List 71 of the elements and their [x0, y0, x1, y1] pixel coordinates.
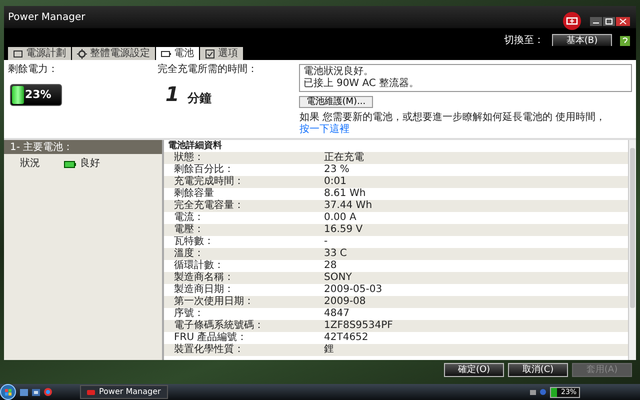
- detail-value: 23 %: [324, 164, 350, 176]
- remaining-power-label: 剩餘電力：: [8, 64, 59, 76]
- window-controls-icon: [590, 16, 630, 26]
- window-switch-icon: [32, 388, 40, 396]
- detail-value: 33 C: [324, 248, 347, 260]
- detail-label: 第一次使用日期：: [173, 296, 255, 308]
- details-title: 電池詳細資料: [167, 140, 223, 152]
- battery-icon: [161, 48, 171, 58]
- status-value: 良好: [80, 158, 100, 170]
- gear-icon: [77, 48, 87, 58]
- detail-value: 正在充電: [324, 152, 364, 164]
- detail-value: 16.59 V: [324, 224, 363, 236]
- window-title: Power Manager: [8, 12, 86, 24]
- detail-value: SONY: [324, 272, 352, 284]
- detail-value: 8.61 Wh: [324, 188, 366, 200]
- status-label: 狀況: [20, 158, 40, 170]
- tab[interactable]: 電源計劃: [8, 47, 71, 60]
- detail-label: 電流：: [173, 212, 205, 224]
- status-message: 電池狀況良好。: [303, 66, 374, 78]
- detail-label: 完全充電容量：: [173, 200, 245, 212]
- help-icon: [620, 36, 630, 46]
- detail-label: 狀態：: [173, 152, 205, 164]
- battery-info-text: 如果 您需要新的電池，或想要進一步瞭解如何延長電池的 使用時間， 按一下這裡: [299, 112, 607, 136]
- tab[interactable]: 整體電源設定: [72, 47, 155, 60]
- charge-time-unit: 分鐘: [187, 92, 212, 104]
- desktop-icon: [20, 388, 28, 396]
- charge-time-value: 1: [165, 84, 180, 104]
- start-button-icon: [0, 384, 16, 400]
- tab[interactable]: 選項: [200, 47, 243, 60]
- detail-value: 42T4652: [324, 332, 368, 344]
- dialog-button[interactable]: 確定(O): [444, 363, 504, 377]
- detail-label: 溫度：: [173, 248, 205, 260]
- detail-label: 剩餘容量: [173, 188, 215, 200]
- detail-label: 序號：: [173, 308, 205, 320]
- detail-label: 製造商名稱：: [173, 272, 235, 284]
- switch-label: 切換至：: [504, 35, 544, 47]
- detail-value: 1ZF8S9534PF: [324, 320, 393, 332]
- detail-label: FRU 產品編號：: [173, 332, 248, 344]
- browser-icon: [44, 388, 52, 396]
- detail-label: 電壓：: [173, 224, 205, 236]
- detail-label: 電子條碼系統號碼：: [173, 320, 265, 332]
- detail-value: 2009-05-03: [324, 284, 382, 296]
- detail-value: -: [324, 236, 328, 248]
- detail-value: 28: [324, 260, 337, 272]
- status-message: 已接上 90W AC 整流器。: [303, 78, 420, 90]
- battery-list-header: 1- 主要電池：: [4, 140, 162, 154]
- detail-value: 0.00 A: [324, 212, 356, 224]
- detail-value: 0:01: [324, 176, 346, 188]
- checkbox-icon: [205, 48, 215, 58]
- bluetooth-icon: [540, 389, 546, 395]
- document-icon: [13, 48, 23, 58]
- taskbar-app-button[interactable]: Power Manager: [80, 385, 168, 399]
- battery-percent: 23%: [25, 89, 52, 101]
- tab[interactable]: 電池: [156, 47, 199, 60]
- detail-label: 瓦特數：: [173, 236, 215, 248]
- detail-value: 37.44 Wh: [324, 200, 372, 212]
- click-here-link[interactable]: 按一下這裡: [299, 124, 350, 135]
- battery-icon: [64, 160, 76, 168]
- battery-maintenance-button[interactable]: 電池維護(M)...: [299, 96, 373, 108]
- detail-value: 4847: [324, 308, 350, 320]
- dialog-button[interactable]: 取消(C): [508, 363, 568, 377]
- detail-label: 裝置化學性質：: [173, 344, 245, 356]
- charge-time-label: 完全充電所需的時間：: [157, 64, 258, 76]
- battery-logo-icon: [87, 390, 95, 394]
- detail-label: 製造商日期：: [173, 284, 234, 296]
- detail-label: 充電完成時間：: [173, 176, 245, 188]
- detail-value: 2009-08: [324, 296, 366, 308]
- detail-value: 鋰: [324, 344, 334, 356]
- battery-logo-icon: [562, 12, 582, 30]
- detail-label: 剩餘百分比：: [173, 164, 235, 176]
- detail-label: 循環計數：: [173, 260, 225, 272]
